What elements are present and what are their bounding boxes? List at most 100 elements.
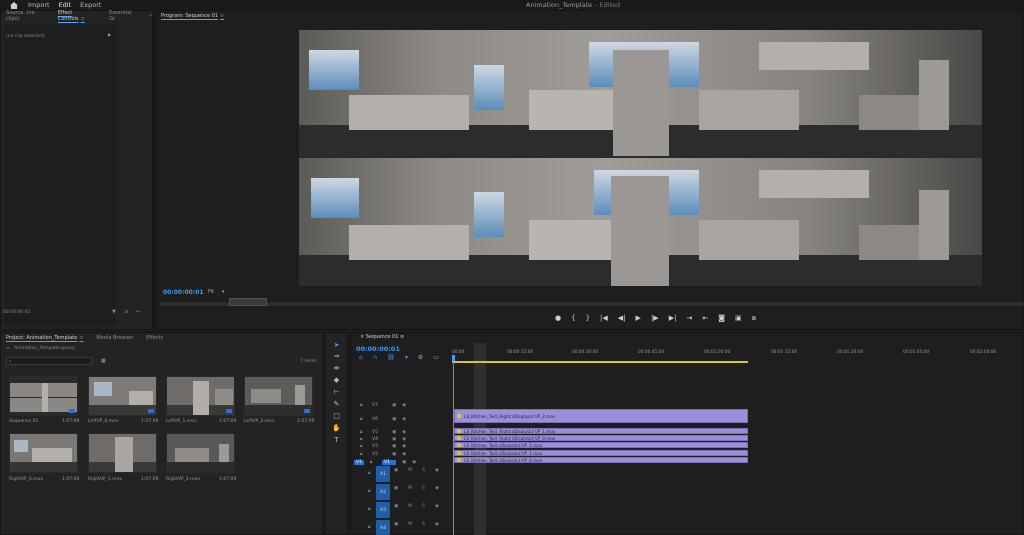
tab-media-browser[interactable]: Media Browser — [96, 335, 133, 341]
thumb-sequence-01[interactable] — [9, 376, 78, 416]
eye-icon[interactable]: ◉ — [402, 417, 406, 422]
type-icon[interactable]: T — [331, 435, 342, 444]
play-only-icon[interactable]: ▶ — [108, 32, 111, 37]
home-icon[interactable] — [9, 1, 19, 9]
clip-v6[interactable]: LS_Kitchen_Test_Right:cDisplayLt:VP_2.mo… — [454, 409, 748, 423]
thumb-rightvp-1[interactable] — [88, 433, 157, 473]
mute-button[interactable]: M — [408, 522, 412, 530]
add-marker-icon[interactable]: ▾ — [405, 354, 408, 361]
clip-v5[interactable]: LS_Kitchen_Test_Right:cDisplayLt:VP_1.mo… — [454, 428, 748, 434]
tab-effect-controls[interactable]: Effect Controls ≡ — [58, 10, 96, 22]
lock-icon[interactable]: 🔒︎ — [368, 524, 370, 530]
hand-icon[interactable]: ✋ — [331, 423, 342, 432]
eye-icon[interactable]: ◉ — [402, 452, 406, 457]
tab-sequence[interactable]: × Sequence 01 ≡ — [360, 334, 404, 340]
tab-source[interactable]: Source: (no clips) — [6, 10, 45, 22]
menu-edit[interactable]: Edit — [58, 1, 71, 11]
zoom-scroll-handle[interactable] — [229, 298, 267, 306]
vr-icon[interactable]: ⧈ — [752, 314, 756, 323]
linked-selection-icon[interactable]: ⛓ — [387, 354, 395, 361]
thumb-leftvp-1[interactable] — [166, 376, 235, 416]
in-point-icon[interactable]: { — [571, 314, 575, 323]
panel-menu-icon[interactable]: ≡ — [220, 13, 224, 19]
solo-button[interactable]: S — [422, 504, 425, 512]
sync-lock-icon[interactable]: ▣ — [392, 430, 396, 435]
solo-button[interactable]: S — [422, 468, 425, 476]
sync-lock-icon[interactable]: ▣ — [402, 460, 406, 465]
filter-icon[interactable]: ▼ — [112, 309, 116, 315]
rectangle-icon[interactable]: □ — [331, 411, 342, 420]
work-area-bar[interactable] — [452, 361, 748, 363]
lock-icon[interactable]: 🔒︎ — [360, 443, 366, 449]
solo-button[interactable]: S — [422, 486, 425, 494]
panel-menu-icon[interactable]: ≡ — [398, 334, 404, 340]
mute-button[interactable]: M — [408, 468, 412, 476]
ripple-edit-icon[interactable]: ⇹ — [331, 363, 342, 372]
project-search-input[interactable]: ⌕ — [6, 357, 92, 365]
ripple-icon[interactable]: ↦ — [136, 309, 140, 315]
sync-lock-icon[interactable]: ▣ — [392, 437, 396, 442]
clip-v1[interactable]: LS_Kitchen_Test:cDisplayLt:VP_0.mov — [454, 457, 748, 463]
program-scrub-bar[interactable] — [160, 302, 1024, 306]
voiceover-icon[interactable]: ◉ — [435, 486, 439, 494]
eye-icon[interactable]: ◉ — [402, 444, 406, 449]
source-patch-v1[interactable]: V1 — [354, 459, 364, 465]
go-to-in-icon[interactable]: |◀ — [600, 314, 608, 323]
voiceover-icon[interactable]: ◉ — [435, 522, 439, 530]
voiceover-icon[interactable]: ◉ — [435, 468, 439, 476]
menu-export[interactable]: Export — [80, 1, 101, 9]
zoom-select[interactable]: Fit ▾ — [208, 289, 236, 296]
program-timecode[interactable]: 00:00:00:01 — [163, 289, 204, 296]
wrench-icon[interactable]: ⚙ — [418, 354, 423, 361]
track-select-icon[interactable]: ⇒ — [331, 351, 342, 360]
sync-lock-icon[interactable]: ▣ — [392, 452, 396, 457]
insert-icon[interactable]: ⇥ — [686, 314, 692, 323]
slip-icon[interactable]: ⊢ — [331, 387, 342, 396]
eye-icon[interactable]: ◉ — [402, 403, 406, 408]
sync-lock-icon[interactable]: ▣ — [394, 504, 398, 512]
export-icon[interactable]: ⇲ — [124, 309, 128, 315]
time-ruler[interactable]: 00:00 00:00:15:00 00:00:30:00 00:00:45:0… — [452, 348, 1024, 362]
sync-lock-icon[interactable]: ▣ — [394, 486, 398, 494]
clip-v3[interactable]: LS_Kitchen_Test:cDisplayLt:VP_2.mov — [454, 442, 748, 448]
lock-icon[interactable]: 🔒︎ — [360, 402, 366, 408]
sync-lock-icon[interactable]: ▣ — [392, 417, 396, 422]
mute-button[interactable]: M — [408, 504, 412, 512]
step-back-icon[interactable]: ◀| — [618, 314, 626, 323]
panel-menu-icon[interactable]: ≡ — [81, 16, 85, 22]
play-icon[interactable]: ▶ — [636, 314, 641, 323]
nest-icon[interactable]: ⌂ — [359, 354, 363, 361]
step-forward-icon[interactable]: |▶ — [651, 314, 659, 323]
captions-icon[interactable]: ▭ — [433, 354, 439, 361]
timeline-timecode[interactable]: 00:00:00:01 — [356, 345, 400, 353]
sync-lock-icon[interactable]: ▣ — [392, 403, 396, 408]
new-bin-icon[interactable]: ▦ — [101, 358, 106, 364]
playhead-line[interactable] — [453, 361, 454, 535]
panel-overflow-icon[interactable]: » — [149, 13, 152, 19]
menu-import[interactable]: Import — [28, 1, 50, 9]
selection-tool-icon[interactable]: ➤ — [331, 340, 342, 349]
razor-icon[interactable]: ◆ — [331, 375, 342, 384]
tab-project[interactable]: Project: Animation_Template ≡ — [6, 335, 83, 341]
tab-effects[interactable]: Effects — [146, 335, 163, 341]
clip-v4[interactable]: LS_Kitchen_Test_Right:cDisplayLt:VP_0.mo… — [454, 435, 748, 441]
thumb-leftvp-2[interactable] — [244, 376, 313, 416]
lock-icon[interactable]: 🔒︎ — [370, 459, 376, 465]
snap-icon[interactable]: ∩ — [373, 354, 377, 361]
out-point-icon[interactable]: } — [586, 314, 590, 323]
sync-lock-icon[interactable]: ▣ — [394, 468, 398, 476]
thumb-rightvp-0[interactable] — [9, 433, 78, 473]
lock-icon[interactable]: 🔒︎ — [360, 451, 366, 457]
eye-icon[interactable]: ◉ — [412, 460, 416, 465]
program-video-frame[interactable] — [299, 30, 982, 286]
sync-lock-icon[interactable]: ▣ — [392, 444, 396, 449]
lock-icon[interactable]: 🔒︎ — [360, 416, 366, 422]
lock-icon[interactable]: 🔒︎ — [368, 488, 370, 494]
solo-button[interactable]: S — [422, 522, 425, 530]
pen-icon[interactable]: ✎ — [331, 399, 342, 408]
export-frame-icon[interactable]: ◙ — [718, 314, 725, 323]
clip-v2[interactable]: LS_Kitchen_Test:cDisplayLt:VP_1.mov — [454, 450, 748, 456]
go-to-out-icon[interactable]: ▶| — [669, 314, 677, 323]
eye-icon[interactable]: ◉ — [402, 437, 406, 442]
thumb-rightvp-2[interactable] — [166, 433, 235, 473]
